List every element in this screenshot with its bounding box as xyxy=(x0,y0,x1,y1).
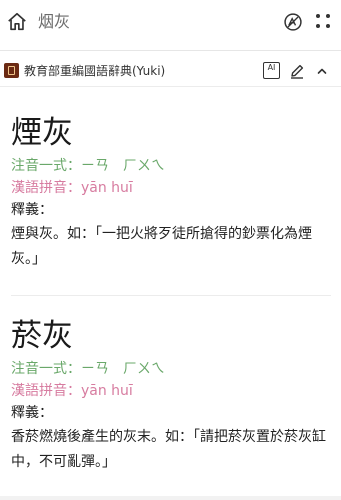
entry-pinyin: 漢語拼音：yān huī xyxy=(11,180,133,196)
dictionary-entry: 菸灰 注音一式：ㄧㄢ ㄏㄨㄟ 漢語拼音：yān huī 釋義： 香菸燃燒後產生的… xyxy=(11,316,331,475)
entry-zhuyin: 注音一式：ㄧㄢ ㄏㄨㄟ xyxy=(11,361,165,377)
dictionary-name: 教育部重編國語辭典(Yuki) xyxy=(24,64,166,78)
header-divider xyxy=(0,86,341,87)
entry-zhuyin: 注音一式：ㄧㄢ ㄏㄨㄟ xyxy=(11,158,165,174)
dictionary-header: 教育部重編國語辭典(Yuki) AI xyxy=(0,58,341,86)
edit-icon[interactable] xyxy=(289,63,305,79)
dictionary-logo xyxy=(4,63,19,78)
entry-word: 煙灰 xyxy=(11,115,73,151)
search-query[interactable]: 烟灰 xyxy=(38,11,70,33)
entry-definition-label: 釋義： xyxy=(11,202,53,218)
entry-definition: 煙與灰。如：「一把火將歹徒所搶得的鈔票化為煙灰。」 xyxy=(11,226,312,267)
top-bar: 烟灰 xyxy=(0,0,341,46)
entry-definition-label: 釋義： xyxy=(11,405,53,421)
top-divider xyxy=(0,50,341,51)
entry-divider xyxy=(11,295,331,296)
collapse-icon[interactable] xyxy=(315,64,329,78)
home-icon[interactable] xyxy=(6,11,28,33)
ai-icon[interactable]: AI xyxy=(263,62,280,79)
entry-word: 菸灰 xyxy=(11,318,73,354)
entry-definition: 香菸燃燒後產生的灰末。如：「請把菸灰置於菸灰缸中，不可亂彈。」 xyxy=(11,429,326,470)
ai-label: AI xyxy=(267,63,276,72)
bottom-edge xyxy=(0,496,341,500)
grid-icon[interactable] xyxy=(314,12,332,30)
entry-pinyin: 漢語拼音：yān huī xyxy=(11,383,133,399)
translate-icon[interactable] xyxy=(283,12,303,32)
dictionary-entry: 煙灰 注音一式：ㄧㄢ ㄏㄨㄟ 漢語拼音：yān huī 釋義： 煙與灰。如：「一… xyxy=(11,113,331,272)
